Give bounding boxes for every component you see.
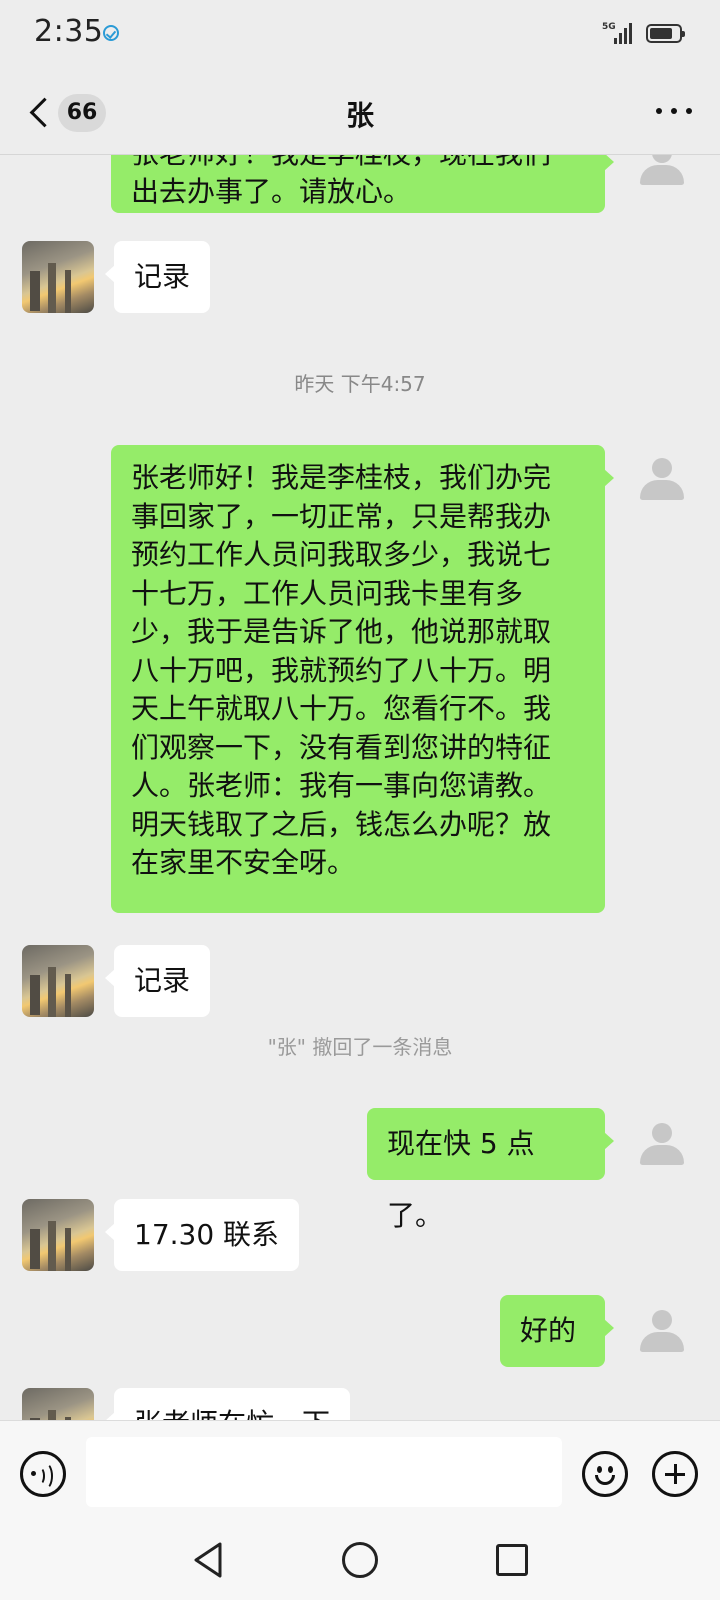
emoji-mouth: [595, 1475, 615, 1485]
emoji-button[interactable]: [582, 1451, 628, 1497]
recall-notice: "张" 撤回了一条消息: [267, 1035, 453, 1059]
plus-icon-vertical: [673, 1464, 677, 1484]
message-text: 记录: [134, 260, 191, 293]
received-message[interactable]: 张老师在忙一下: [104, 1388, 351, 1420]
message-text: 现在快 5 点了。: [387, 1127, 535, 1232]
message-line: 事回家了，一切正常，只是帮我办: [131, 499, 552, 533]
avatar-body: [640, 1332, 684, 1352]
message-line: 少，我于是告诉了他，他说那就取: [131, 615, 552, 648]
my-avatar[interactable]: [640, 458, 684, 502]
contact-avatar[interactable]: [22, 945, 94, 1017]
more-dots-icon: [656, 108, 662, 114]
received-message[interactable]: 17.30 联系: [104, 1199, 300, 1271]
message-line: 张老师好！我是李桂枝，现在我们: [131, 155, 585, 173]
message-line: 在家里不安全呀。: [131, 846, 356, 879]
avatar-body: [640, 480, 684, 500]
more-dot: [686, 108, 692, 114]
nav-recent-icon[interactable]: [496, 1544, 528, 1576]
contact-avatar[interactable]: [22, 1388, 94, 1420]
message-line: 预约工作人员问我取多少，我说七: [131, 538, 552, 571]
signal-icon: [614, 22, 636, 44]
voice-arc: [37, 1462, 53, 1490]
sent-message[interactable]: 现在快 5 点了。: [367, 1108, 614, 1232]
message-line: 们观察一下，没有看到您讲的特征: [131, 730, 552, 764]
sent-message[interactable]: 张老师好！我是李桂枝，我们办完 事回家了，一切正常，只是帮我办 预约工作人员问我…: [111, 445, 614, 913]
message-line: 明天钱取了之后，钱怎么办呢？放: [131, 807, 552, 841]
message-line: 八十万吧，我就预约了八十万。明: [131, 653, 552, 687]
received-message[interactable]: 记录: [104, 945, 211, 1017]
message-text: 张老师在忙一下: [134, 1407, 330, 1420]
more-dot: [671, 108, 677, 114]
sent-message[interactable]: 好的: [500, 1295, 614, 1367]
received-message[interactable]: 记录: [104, 241, 211, 313]
avatar-body: [640, 165, 684, 185]
status-bar: 2:35 5G: [0, 0, 720, 72]
avatar-head: [652, 458, 672, 478]
chat-area[interactable]: 张老师好！我是李桂枝，现在我们 出去办事了。请放心。 记录 昨天 下午4:57 …: [0, 155, 720, 1420]
message-input[interactable]: [86, 1437, 562, 1507]
plus-button[interactable]: [652, 1451, 698, 1497]
message-line: 天上午就取八十万。您看行不。我: [131, 692, 552, 725]
nav-home-icon[interactable]: [342, 1542, 378, 1578]
avatar-head: [652, 1123, 672, 1143]
emoji-icon: [597, 1466, 602, 1473]
message-text: 好的: [520, 1314, 577, 1347]
message-line: 出去办事了。请放心。: [131, 175, 412, 208]
nav-back-icon[interactable]: [190, 1540, 226, 1580]
message-line: 十七万，工作人员问我卡里有多: [131, 576, 524, 610]
status-time: 2:35: [34, 14, 104, 49]
chat-header: 66 张: [0, 72, 720, 155]
battery-icon: [646, 24, 685, 43]
avatar-head: [652, 1310, 672, 1330]
chat-title: 张: [345, 99, 374, 132]
system-nav-bar: [0, 1526, 720, 1600]
contact-avatar[interactable]: [22, 1199, 94, 1271]
message-line: 人。张老师：我有一事向您请教。: [131, 769, 552, 802]
my-avatar[interactable]: [640, 1310, 684, 1354]
avatar-head: [652, 155, 672, 163]
emoji-eye: [608, 1466, 613, 1473]
avatar-body: [640, 1145, 684, 1165]
voice-button[interactable]: [20, 1451, 66, 1497]
message-line: 张老师好！我是李桂枝，我们办完: [131, 461, 552, 494]
my-avatar[interactable]: [640, 155, 684, 187]
my-avatar[interactable]: [640, 1123, 684, 1167]
timestamp: 昨天 下午4:57: [294, 372, 426, 396]
message-text: 记录: [134, 964, 191, 997]
more-button[interactable]: [656, 100, 692, 120]
verified-icon: [103, 25, 119, 41]
contact-avatar[interactable]: [22, 241, 94, 313]
sent-message[interactable]: 张老师好！我是李桂枝，现在我们 出去办事了。请放心。: [111, 155, 614, 213]
message-text: 17.30 联系: [134, 1218, 280, 1251]
input-bar: [0, 1420, 720, 1527]
